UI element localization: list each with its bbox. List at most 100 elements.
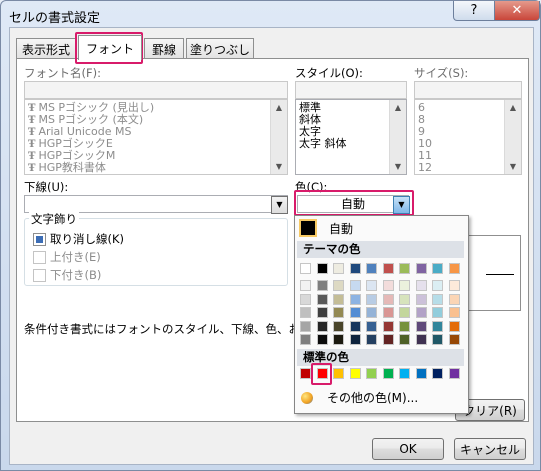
standard-color-swatch[interactable] bbox=[399, 368, 410, 379]
theme-shade-swatch[interactable] bbox=[366, 320, 377, 332]
font-list-scrollbar[interactable]: ▲ ▼ bbox=[270, 100, 287, 174]
theme-color-swatch[interactable] bbox=[432, 263, 443, 274]
theme-shade-swatch[interactable] bbox=[399, 280, 410, 291]
theme-color-swatch[interactable] bbox=[448, 263, 460, 274]
cancel-button[interactable]: キャンセル bbox=[454, 438, 526, 460]
theme-shade-swatch[interactable] bbox=[432, 280, 443, 291]
theme-shade-swatch[interactable] bbox=[382, 334, 394, 345]
theme-shade-swatch[interactable] bbox=[432, 320, 443, 332]
font-name-input[interactable] bbox=[24, 81, 288, 99]
theme-shade-swatch[interactable] bbox=[333, 334, 344, 345]
theme-shade-swatch[interactable] bbox=[333, 280, 344, 291]
theme-color-swatch[interactable] bbox=[316, 263, 328, 274]
theme-shade-swatch[interactable] bbox=[382, 280, 394, 291]
superscript-checkbox[interactable]: 上付き(E) bbox=[33, 249, 101, 265]
theme-shade-swatch[interactable] bbox=[415, 320, 427, 332]
theme-shade-swatch[interactable] bbox=[432, 307, 443, 318]
theme-shade-swatch[interactable] bbox=[399, 307, 410, 318]
theme-shade-swatch[interactable] bbox=[415, 307, 427, 318]
theme-shade-swatch[interactable] bbox=[415, 293, 427, 305]
theme-shade-swatch[interactable] bbox=[399, 334, 410, 345]
theme-color-swatch[interactable] bbox=[366, 263, 377, 274]
theme-shade-swatch[interactable] bbox=[399, 320, 410, 332]
theme-shade-swatch[interactable] bbox=[448, 320, 460, 332]
standard-color-swatch[interactable] bbox=[366, 368, 377, 379]
tab-border[interactable]: 罫線 bbox=[144, 38, 184, 59]
chevron-down-icon[interactable]: ▼ bbox=[271, 196, 288, 214]
theme-shade-swatch[interactable] bbox=[333, 293, 344, 305]
theme-shade-swatch[interactable] bbox=[382, 293, 394, 305]
scroll-down-icon[interactable]: ▼ bbox=[271, 159, 287, 174]
close-button[interactable]: ✕ bbox=[494, 1, 540, 21]
theme-shade-swatch[interactable] bbox=[349, 307, 361, 318]
theme-shade-swatch[interactable] bbox=[448, 293, 460, 305]
style-list[interactable]: 標準 斜体 太字 太字 斜体 ▲ ▼ bbox=[295, 99, 407, 175]
theme-shade-swatch[interactable] bbox=[316, 293, 328, 305]
theme-shade-swatch[interactable] bbox=[349, 334, 361, 345]
tab-font[interactable]: フォント bbox=[78, 35, 142, 60]
theme-shade-swatch[interactable] bbox=[300, 334, 311, 345]
theme-color-swatch[interactable] bbox=[399, 263, 410, 274]
strikethrough-checkbox[interactable]: 取り消し線(K) bbox=[33, 231, 124, 247]
theme-shade-swatch[interactable] bbox=[316, 320, 328, 332]
theme-shade-swatch[interactable] bbox=[349, 280, 361, 291]
theme-shade-swatch[interactable] bbox=[382, 307, 394, 318]
theme-shade-swatch[interactable] bbox=[349, 293, 361, 305]
theme-color-swatch[interactable] bbox=[349, 263, 361, 274]
theme-color-swatch[interactable] bbox=[382, 263, 394, 274]
theme-shade-swatch[interactable] bbox=[415, 280, 427, 291]
standard-color-swatch[interactable] bbox=[415, 368, 427, 379]
theme-shade-swatch[interactable] bbox=[366, 280, 377, 291]
theme-shade-swatch[interactable] bbox=[316, 280, 328, 291]
tab-number-format[interactable]: 表示形式 bbox=[16, 38, 76, 59]
list-item[interactable]: Ŧ HGP教科書体 bbox=[25, 162, 287, 175]
style-list-scrollbar[interactable]: ▲ ▼ bbox=[389, 100, 406, 174]
theme-shade-swatch[interactable] bbox=[300, 293, 311, 305]
standard-color-swatch[interactable] bbox=[300, 368, 311, 379]
subscript-checkbox[interactable]: 下付き(B) bbox=[33, 267, 101, 283]
theme-shade-swatch[interactable] bbox=[366, 307, 377, 318]
theme-shade-swatch[interactable] bbox=[300, 280, 311, 291]
theme-shade-swatch[interactable] bbox=[448, 334, 460, 345]
standard-color-swatch[interactable] bbox=[316, 368, 328, 379]
theme-shade-swatch[interactable] bbox=[366, 334, 377, 345]
theme-color-swatch[interactable] bbox=[415, 263, 427, 274]
theme-shade-swatch[interactable] bbox=[316, 307, 328, 318]
standard-color-swatch[interactable] bbox=[382, 368, 394, 379]
help-button[interactable]: ? bbox=[453, 1, 495, 21]
theme-shade-swatch[interactable] bbox=[382, 320, 394, 332]
scroll-down-icon[interactable]: ▼ bbox=[390, 159, 406, 174]
theme-shade-swatch[interactable] bbox=[316, 334, 328, 345]
size-input[interactable] bbox=[414, 81, 522, 99]
size-list[interactable]: 6 8 9 10 11 12 ▲ ▼ bbox=[414, 99, 522, 175]
theme-shade-swatch[interactable] bbox=[415, 334, 427, 345]
standard-color-swatch[interactable] bbox=[349, 368, 361, 379]
scroll-up-icon[interactable]: ▲ bbox=[390, 100, 406, 115]
theme-shade-swatch[interactable] bbox=[300, 320, 311, 332]
standard-color-swatch[interactable] bbox=[333, 368, 344, 379]
standard-color-swatch[interactable] bbox=[448, 368, 460, 379]
theme-shade-swatch[interactable] bbox=[432, 334, 443, 345]
more-colors-option[interactable]: その他の色(M)... bbox=[301, 389, 418, 406]
tab-fill[interactable]: 塗りつぶし bbox=[186, 38, 254, 59]
theme-shade-swatch[interactable] bbox=[333, 320, 344, 332]
theme-shade-swatch[interactable] bbox=[448, 280, 460, 291]
theme-color-swatch[interactable] bbox=[300, 263, 311, 274]
style-input[interactable] bbox=[295, 81, 407, 99]
scroll-up-icon[interactable]: ▲ bbox=[505, 100, 521, 115]
scroll-down-icon[interactable]: ▼ bbox=[505, 159, 521, 174]
theme-shade-swatch[interactable] bbox=[349, 320, 361, 332]
theme-shade-swatch[interactable] bbox=[432, 293, 443, 305]
theme-shade-swatch[interactable] bbox=[399, 293, 410, 305]
theme-shade-swatch[interactable] bbox=[448, 307, 460, 318]
size-list-scrollbar[interactable]: ▲ ▼ bbox=[504, 100, 521, 174]
auto-color-option[interactable]: 自動 bbox=[297, 218, 464, 238]
theme-shade-swatch[interactable] bbox=[333, 307, 344, 318]
font-name-list[interactable]: Ŧ MS Pゴシック (見出し) Ŧ MS Pゴシック (本文) Ŧ Arial Un… bbox=[24, 99, 288, 175]
theme-shade-swatch[interactable] bbox=[300, 307, 311, 318]
standard-color-swatch[interactable] bbox=[432, 368, 443, 379]
theme-shade-swatch[interactable] bbox=[366, 293, 377, 305]
scroll-up-icon[interactable]: ▲ bbox=[271, 100, 287, 115]
theme-color-swatch[interactable] bbox=[333, 263, 344, 274]
ok-button[interactable]: OK bbox=[372, 438, 444, 460]
